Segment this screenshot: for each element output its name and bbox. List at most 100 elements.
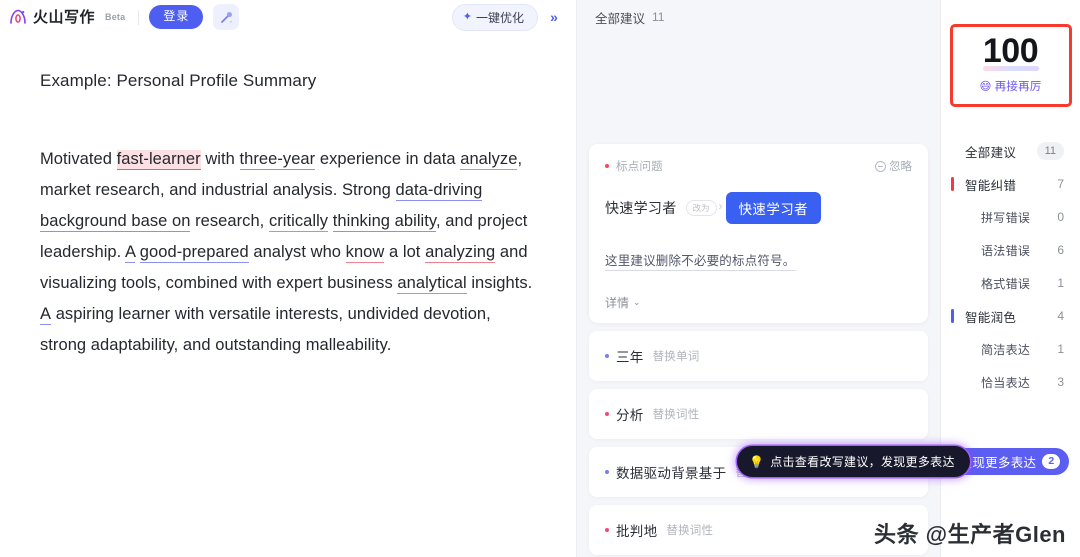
stat-row-语法错误[interactable]: 语法错误 6 — [941, 234, 1080, 267]
stat-label: 恰当表达 — [981, 375, 1031, 390]
discover-label: 发现更多表达 — [959, 456, 1037, 470]
stat-label: 智能纠错 — [965, 178, 1017, 193]
stat-value: 1 — [1057, 342, 1064, 357]
suggestions-list: 标点问题 忽略 快速学习者 改为 快速学习者 这里建议删除不必要的标点符号。 详… — [577, 34, 940, 557]
one-click-optimize-button[interactable]: ✦ 一键优化 — [451, 3, 538, 31]
suggestion-row-word: 三年 — [616, 350, 644, 365]
stat-row-拼写错误[interactable]: 拼写错误 0 — [941, 201, 1080, 234]
smiling-face-icon: 😄 — [979, 80, 992, 93]
suggestion-card-header: 标点问题 忽略 — [605, 158, 912, 174]
stat-row-智能润色[interactable]: 智能润色 4 — [941, 300, 1080, 333]
ignore-label: 忽略 — [889, 161, 912, 173]
stat-label: 语法错误 — [981, 243, 1031, 258]
suggestion-replacement-row: 快速学习者 改为 快速学习者 — [605, 192, 912, 224]
stat-value: 3 — [1057, 375, 1064, 390]
suggestion-row[interactable]: 分析 替换词性 — [589, 389, 928, 439]
stat-row-智能纠错[interactable]: 智能纠错 7 — [941, 168, 1080, 201]
stat-value: 1 — [1057, 276, 1064, 291]
suggestion-type-dot — [605, 164, 609, 168]
suggestion-row[interactable]: 三年 替换单词 — [589, 331, 928, 381]
stat-value: 0 — [1057, 210, 1064, 225]
doc-annotated-text[interactable]: analytical — [397, 273, 467, 294]
doc-annotated-text[interactable]: thinking ability — [332, 211, 436, 232]
doc-text: analyst who — [248, 242, 346, 261]
suggestion-row-kind: 替换词性 — [666, 525, 714, 537]
suggestion-card-active[interactable]: 标点问题 忽略 快速学习者 改为 快速学习者 这里建议删除不必要的标点符号。 详… — [589, 144, 928, 323]
editor-column: 火山写作 Beta 登录 ✦ 一键优化 » Example: Personal … — [0, 0, 576, 557]
doc-annotated-text[interactable]: good-prepared — [139, 242, 249, 263]
suggestion-type-dot — [605, 470, 609, 474]
stat-row-恰当表达[interactable]: 恰当表达 3 — [941, 366, 1080, 399]
doc-annotated-text[interactable]: analyze — [460, 149, 518, 170]
doc-text: experience in data — [315, 149, 461, 168]
doc-annotated-text[interactable]: fast-learner — [116, 149, 201, 170]
collapse-panel-button[interactable]: » — [542, 5, 566, 29]
doc-annotated-text[interactable]: know — [345, 242, 385, 263]
brand-logo[interactable]: 火山写作 Beta — [8, 7, 128, 27]
stat-value: 7 — [1057, 177, 1064, 192]
toolbar-divider — [138, 9, 140, 25]
suggestion-detail-toggle[interactable]: 详情 ⌄ — [605, 294, 912, 311]
volcano-logo-icon — [8, 7, 28, 27]
app-root: 火山写作 Beta 登录 ✦ 一键优化 » Example: Personal … — [0, 0, 1080, 557]
score-caption: 😄 再接再厉 — [979, 78, 1041, 94]
suggestion-type-dot — [605, 528, 609, 532]
change-to-arrow: 改为 — [685, 199, 723, 216]
sparkle-icon: ✦ — [462, 10, 472, 23]
doc-annotated-text[interactable]: A — [40, 304, 52, 325]
watermark: 头条 @生产者Glen — [874, 522, 1066, 547]
discover-badge: 2 — [1042, 454, 1061, 469]
stat-row-格式错误[interactable]: 格式错误 1 — [941, 267, 1080, 300]
optimize-label: 一键优化 — [475, 10, 524, 25]
login-button[interactable]: 登录 — [149, 5, 204, 29]
stat-category-bar — [951, 309, 954, 324]
minus-circle-icon — [875, 160, 886, 172]
doc-text: aspiring learner with versatile interest… — [40, 304, 491, 354]
doc-annotated-text[interactable]: three-year — [239, 149, 316, 170]
document-area[interactable]: Example: Personal Profile Summary Motiva… — [0, 34, 576, 557]
suggestion-row-word: 数据驱动背景基于 — [616, 466, 727, 481]
apply-replacement-button[interactable]: 快速学习者 — [725, 192, 822, 224]
stat-label: 拼写错误 — [981, 210, 1031, 225]
suggestions-column: 全部建议 11 标点问题 忽略 快速学习者 改为 快速学习者 — [576, 0, 970, 557]
suggestion-row-word: 分析 — [616, 408, 644, 423]
detail-label: 详情 — [605, 296, 630, 310]
suggestion-description-text: 这里建议删除不必要的标点符号。 — [605, 254, 796, 271]
suggestion-description: 这里建议删除不必要的标点符号。 — [605, 250, 912, 271]
doc-text: with — [200, 149, 240, 168]
suggestions-header: 全部建议 11 — [577, 0, 940, 34]
stat-row-全部建议[interactable]: 全部建议 11 — [941, 135, 1080, 168]
score-caption-label: 再接再厉 — [994, 80, 1042, 93]
doc-text: a lot — [384, 242, 426, 261]
stat-total-badge: 11 — [1036, 142, 1064, 161]
document-title: Example: Personal Profile Summary — [40, 71, 317, 90]
stat-value: 4 — [1057, 309, 1064, 324]
score-card: 100 😄 再接再厉 — [949, 24, 1072, 107]
doc-text: Motivated — [40, 149, 117, 168]
stat-category-bar — [951, 177, 954, 192]
stat-label: 格式错误 — [981, 276, 1031, 291]
suggestion-row-kind: 替换词性 — [652, 409, 700, 421]
beta-badge: Beta — [105, 12, 126, 22]
magic-wand-icon[interactable] — [213, 4, 240, 30]
doc-text: insights. — [466, 273, 533, 292]
suggestion-row-word: 批判地 — [616, 524, 658, 539]
stat-value: 6 — [1057, 243, 1064, 258]
suggestions-header-label: 全部建议 — [595, 11, 646, 26]
suggestion-type-dot — [605, 412, 609, 416]
lightbulb-icon: 💡 — [749, 454, 765, 469]
ignore-suggestion-button[interactable]: 忽略 — [875, 158, 912, 174]
suggestion-type-label: 标点问题 — [616, 161, 663, 173]
doc-text: research, — [190, 211, 269, 230]
stat-row-简洁表达[interactable]: 简洁表达 1 — [941, 333, 1080, 366]
stat-label: 简洁表达 — [981, 342, 1031, 357]
doc-annotated-text[interactable]: critically — [268, 211, 329, 232]
chevron-down-icon: ⌄ — [633, 297, 641, 307]
doc-annotated-text[interactable]: A — [125, 242, 136, 263]
stat-label: 全部建议 — [965, 145, 1017, 160]
suggestions-header-count: 11 — [652, 10, 665, 24]
suggestion-row-kind: 替换单词 — [652, 351, 700, 363]
stat-label: 智能润色 — [965, 310, 1017, 325]
document-paragraph: Motivated fast-learner with three-year e… — [40, 144, 540, 361]
doc-annotated-text[interactable]: analyzing — [425, 242, 496, 263]
